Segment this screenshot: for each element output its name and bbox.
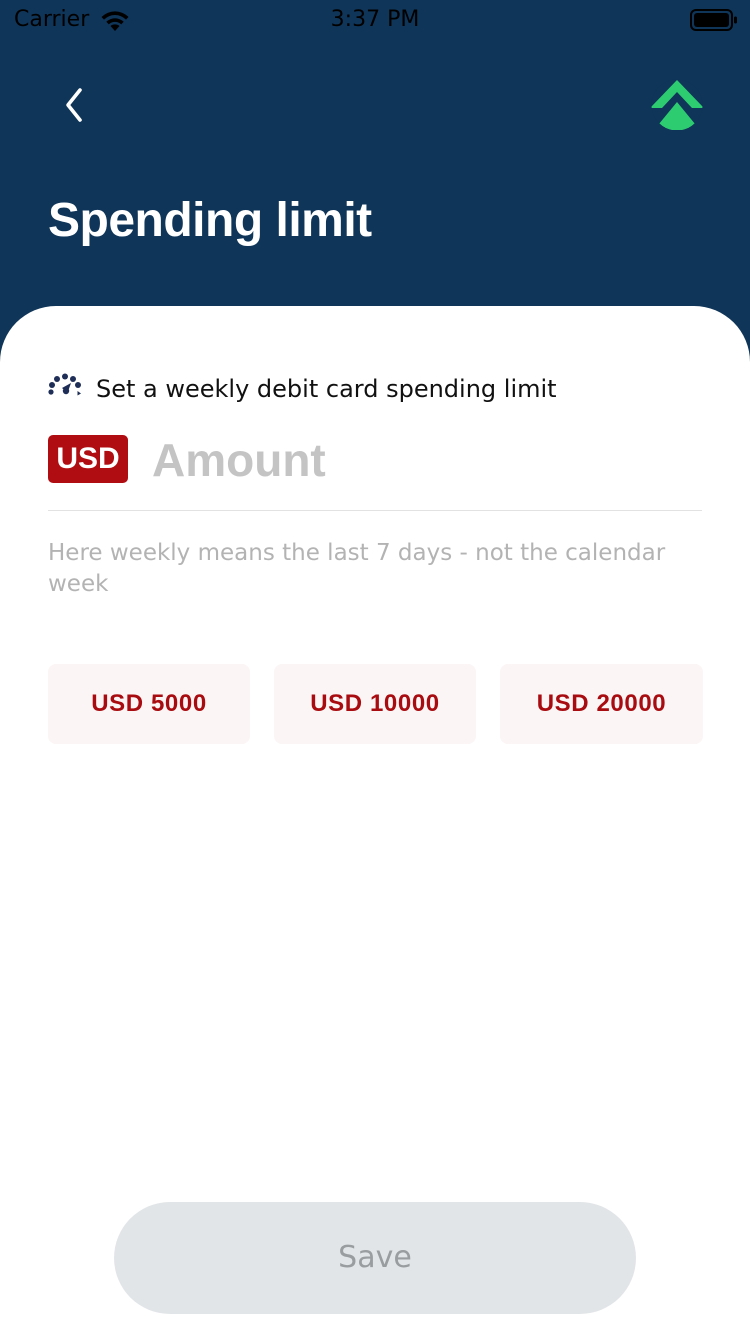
divider [48, 510, 702, 511]
gauge-icon [48, 373, 81, 396]
page-title: Spending limit [48, 194, 372, 247]
save-button[interactable]: Save [114, 1202, 636, 1314]
limit-heading: Set a weekly debit card spending limit [48, 372, 702, 406]
status-bar: Carrier 3:37 PM [0, 0, 750, 40]
brand-logo-icon [651, 79, 703, 131]
preset-usd-5000-button[interactable]: USD 5000 [48, 664, 250, 744]
currency-badge: USD [48, 435, 128, 483]
limit-label: Set a weekly debit card spending limit [96, 375, 557, 403]
amount-input[interactable] [152, 430, 700, 490]
battery-icon [690, 9, 737, 31]
preset-usd-20000-button[interactable]: USD 20000 [500, 664, 703, 744]
clock: 3:37 PM [330, 7, 420, 32]
hint-text: Here weekly means the last 7 days - not … [48, 540, 666, 597]
preset-usd-10000-button[interactable]: USD 10000 [274, 664, 476, 744]
chevron-left-icon[interactable] [56, 82, 96, 128]
content-sheet: Set a weekly debit card spending limit U… [0, 306, 750, 1334]
